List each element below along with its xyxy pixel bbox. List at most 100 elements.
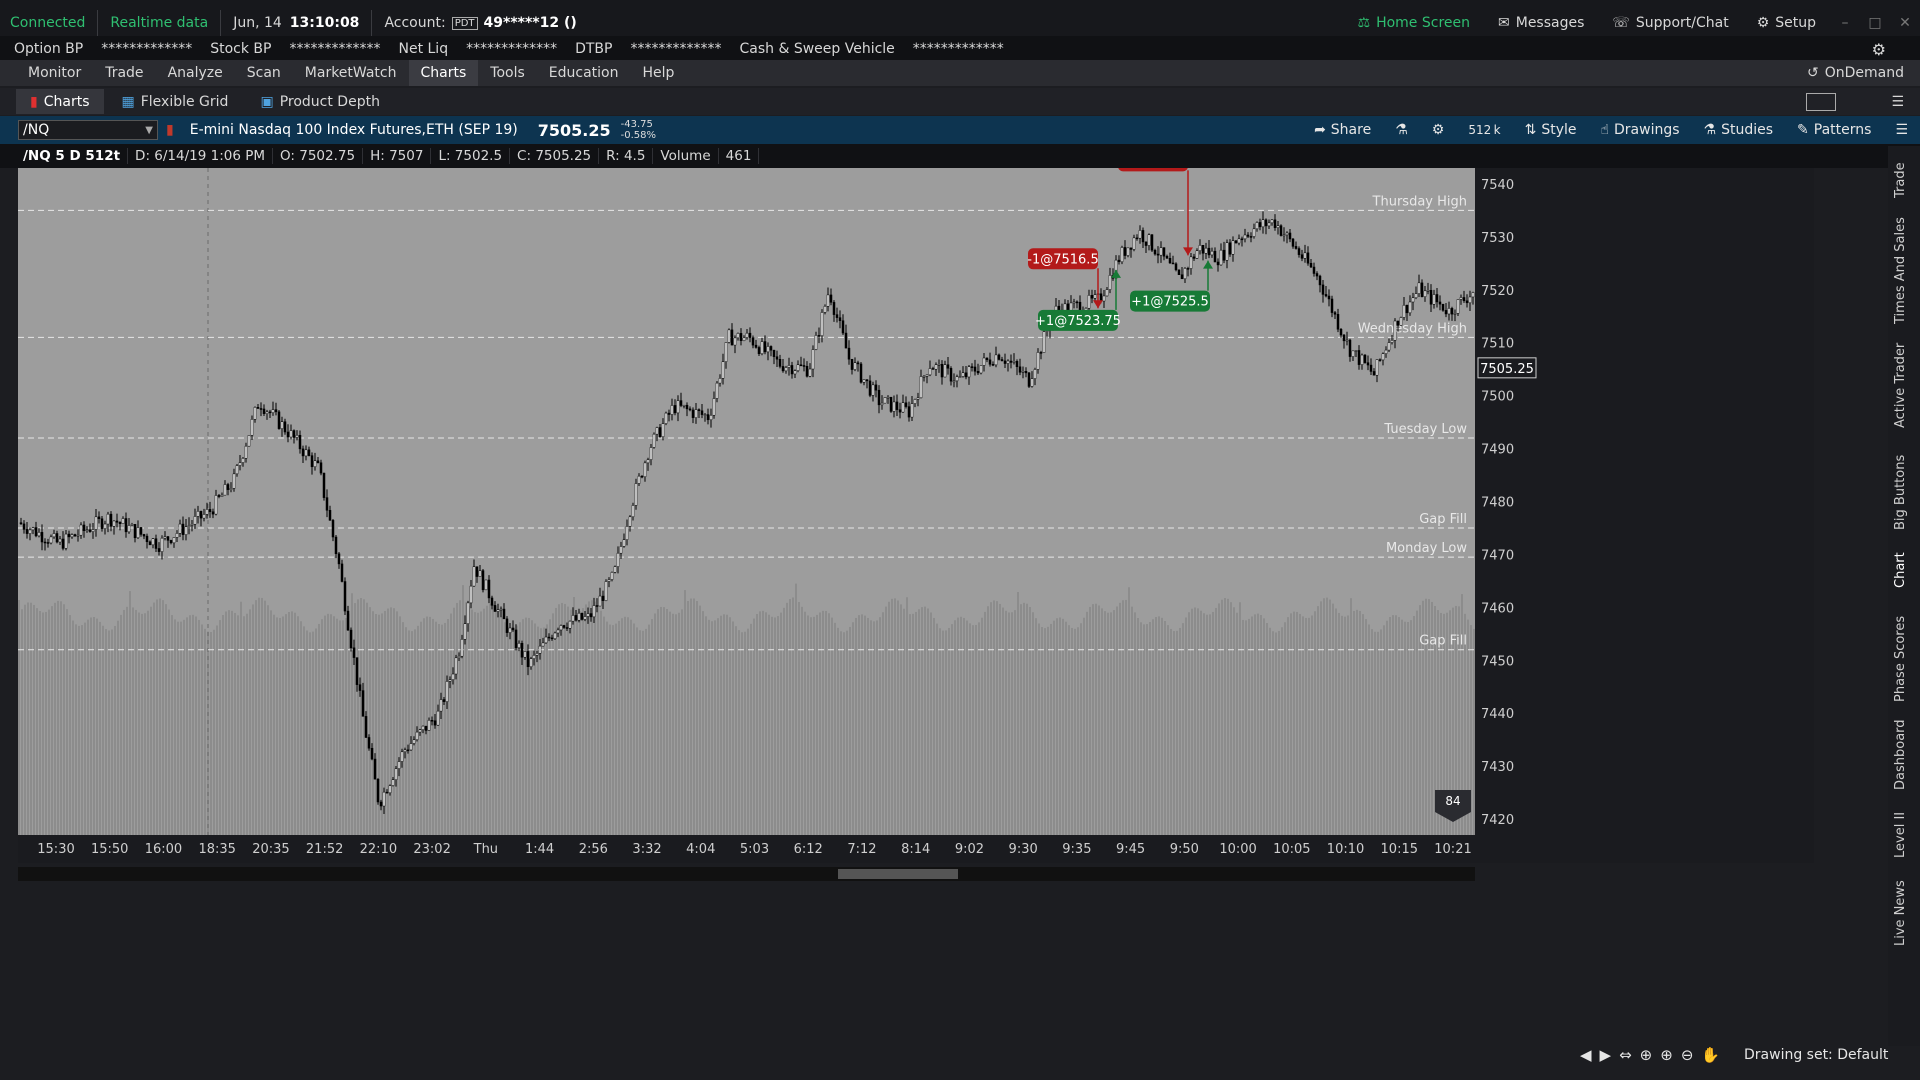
account-selector[interactable]: 49*****12 ()	[484, 15, 577, 31]
volume-bar	[792, 597, 794, 835]
close-button[interactable]: ✕	[1890, 15, 1920, 31]
depth-icon: ▣	[260, 93, 274, 110]
menu-charts[interactable]: Charts	[408, 60, 479, 86]
candle-body	[433, 720, 437, 726]
studies-label: Studies	[1721, 122, 1774, 138]
bar-info: /NQ 5 D 512t D: 6/14/19 1:06 PM O: 7502.…	[0, 144, 1920, 168]
volume-bar	[876, 620, 878, 835]
menu-list-icon[interactable]: ☰	[1891, 94, 1904, 110]
chart-toolbar: ➦ Share ⚗ ⚙ 512 k ⇅ Style ☝ Drawings ⚗ Studi…	[1302, 116, 1920, 144]
maximize-button[interactable]: □	[1860, 15, 1890, 31]
messages-button[interactable]: ✉ Messages	[1484, 15, 1598, 31]
settings-gear-icon[interactable]: ⚙	[1872, 40, 1886, 59]
chart-settings-button[interactable]: ⚙	[1420, 122, 1457, 138]
menu-help[interactable]: Help	[630, 60, 686, 86]
candle-body	[1141, 230, 1145, 243]
volume-bar	[828, 613, 830, 835]
expand-icon[interactable]: ⇔	[1619, 1046, 1632, 1064]
candle-body	[106, 513, 110, 525]
menu-education[interactable]: Education	[537, 60, 631, 86]
candle-body	[565, 627, 569, 629]
crosshair-icon[interactable]: ⊕	[1640, 1046, 1653, 1064]
rtab-active-trader[interactable]: Active Trader	[1893, 343, 1908, 428]
patterns-button[interactable]: ✎ Patterns	[1785, 122, 1883, 138]
rtab-big-buttons[interactable]: Big Buttons	[1893, 455, 1908, 530]
volume-bar	[621, 618, 623, 835]
drawing-set-selector[interactable]: Drawing set: Default	[1744, 1047, 1888, 1063]
candle-body	[1264, 219, 1268, 227]
volume-bar	[1320, 601, 1322, 835]
rtab-dashboard[interactable]: Dashboard	[1893, 719, 1908, 790]
price-chart[interactable]: 7540 7530 7520 7510 7500 7490 7480 7470 7460 7450…	[18, 168, 1814, 1080]
pan-left-icon[interactable]: ◀	[1580, 1046, 1592, 1064]
hand-icon[interactable]: ✋	[1701, 1046, 1720, 1064]
volume-bar	[933, 617, 935, 835]
volume-bar	[1182, 623, 1184, 835]
y-tick-label: 7510	[1481, 337, 1514, 352]
zoom-out-icon[interactable]: ⊖	[1681, 1046, 1694, 1064]
candle-body	[163, 536, 167, 539]
candle-body	[49, 536, 53, 544]
volume-bar	[1092, 604, 1094, 835]
support-chat-button[interactable]: ☏ Support/Chat	[1598, 15, 1742, 31]
candle-body	[997, 354, 1001, 360]
drawings-button[interactable]: ☝ Drawings	[1588, 122, 1691, 138]
volume-bar	[1161, 617, 1163, 835]
candle-body	[292, 430, 296, 438]
volume-bar	[1410, 620, 1412, 835]
tab-product-depth[interactable]: ▣ Product Depth	[246, 89, 393, 114]
menu-trade[interactable]: Trade	[93, 60, 155, 86]
rtab-phase-scores[interactable]: Phase Scores	[1893, 616, 1908, 702]
menu-scan[interactable]: Scan	[235, 60, 293, 86]
divider	[97, 10, 99, 36]
pan-right-icon[interactable]: ▶	[1600, 1046, 1612, 1064]
x-tick-label: 3:32	[632, 842, 661, 857]
setup-button[interactable]: ⚙ Setup	[1743, 15, 1830, 31]
aggregation-button[interactable]: 512 k	[1456, 123, 1512, 137]
option-bp-label[interactable]: Option BP	[14, 41, 83, 57]
volume-bar	[183, 619, 185, 835]
toolbar-menu-button[interactable]: ☰	[1883, 122, 1920, 138]
rtab-level-ii[interactable]: Level II	[1893, 812, 1908, 858]
candle-body	[562, 625, 566, 628]
symbol-input[interactable]: /NQ ▼	[18, 120, 158, 140]
candle-body	[883, 397, 887, 404]
candle-body	[289, 430, 293, 438]
minimize-button[interactable]: –	[1830, 15, 1860, 31]
candle-body	[91, 529, 95, 532]
menu-tools[interactable]: Tools	[478, 60, 537, 86]
volume-bar	[1236, 612, 1238, 835]
rtab-chart[interactable]: Chart	[1893, 552, 1908, 588]
home-screen-button[interactable]: ⚖ Home Screen	[1344, 15, 1485, 31]
net-liq-label[interactable]: Net Liq	[398, 41, 448, 57]
rtab-times-and-sales[interactable]: Times And Sales	[1893, 217, 1908, 324]
tab-flexible-grid[interactable]: ▦ Flexible Grid	[108, 89, 243, 114]
share-button[interactable]: ➦ Share	[1302, 122, 1383, 138]
flask-button[interactable]: ⚗	[1383, 122, 1420, 138]
chart-canvas[interactable]: 7540 7530 7520 7510 7500 7490 7480 7470 7460 7450…	[18, 168, 1814, 1080]
candle-body	[991, 364, 995, 366]
candle-body	[1405, 304, 1409, 314]
candle-body	[1462, 297, 1466, 302]
ondemand-button[interactable]: ↺ OnDemand	[1807, 65, 1904, 81]
menu-marketwatch[interactable]: MarketWatch	[293, 60, 409, 86]
volume-bar	[300, 621, 302, 835]
candle-body	[1195, 250, 1199, 259]
volume-bar	[690, 598, 692, 835]
style-button[interactable]: ⇅ Style	[1513, 122, 1589, 138]
rtab-live-news[interactable]: Live News	[1893, 880, 1908, 946]
candle-body	[1153, 250, 1157, 255]
rtab-trade[interactable]: Trade	[1893, 162, 1908, 198]
candle-body	[1039, 352, 1043, 354]
layout-icon[interactable]	[1806, 92, 1836, 111]
studies-button[interactable]: ⚗ Studies	[1692, 122, 1786, 138]
y-tick-label: 7460	[1481, 601, 1514, 616]
candle-body	[214, 495, 218, 515]
menu-analyze[interactable]: Analyze	[156, 60, 235, 86]
zoom-in-icon[interactable]: ⊕	[1660, 1046, 1673, 1064]
menu-monitor[interactable]: Monitor	[16, 60, 93, 86]
tab-charts[interactable]: ▮ Charts	[16, 89, 104, 114]
alert-icon[interactable]: ▮	[166, 122, 174, 138]
volume-bar	[324, 615, 326, 835]
stock-bp-label[interactable]: Stock BP	[210, 41, 271, 57]
